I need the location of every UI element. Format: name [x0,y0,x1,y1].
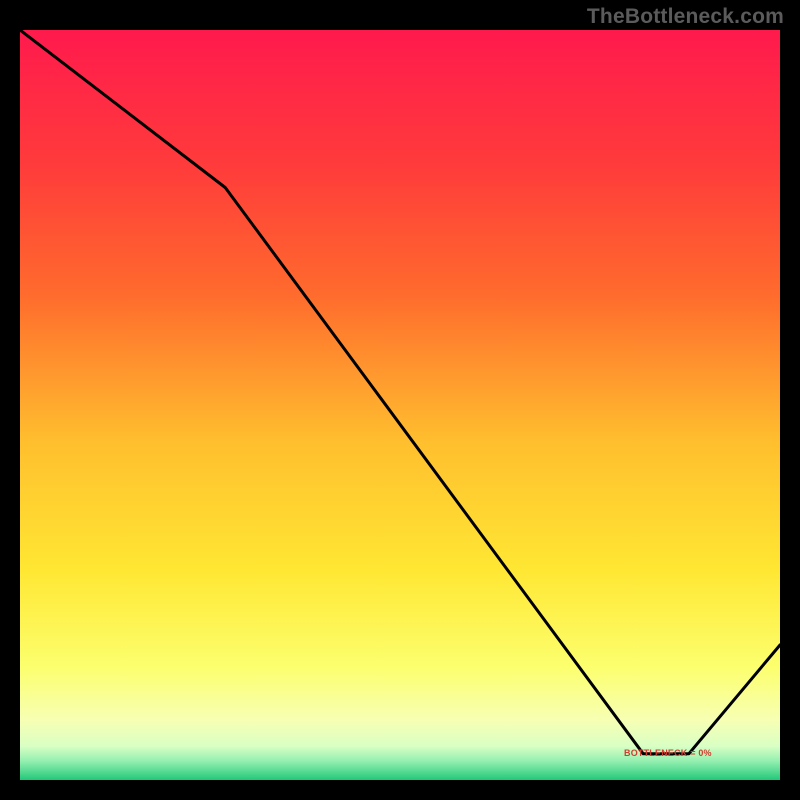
plot-area: BOTTLENECK = 0% [20,30,780,780]
chart-frame: BOTTLENECK = 0% [20,30,780,780]
watermark-text: TheBottleneck.com [587,5,784,29]
bottleneck-zero-label: BOTTLENECK = 0% [624,748,712,758]
chart-stage: TheBottleneck.com BOTTLENECK = 0% [0,0,800,800]
bottleneck-line [20,30,780,780]
